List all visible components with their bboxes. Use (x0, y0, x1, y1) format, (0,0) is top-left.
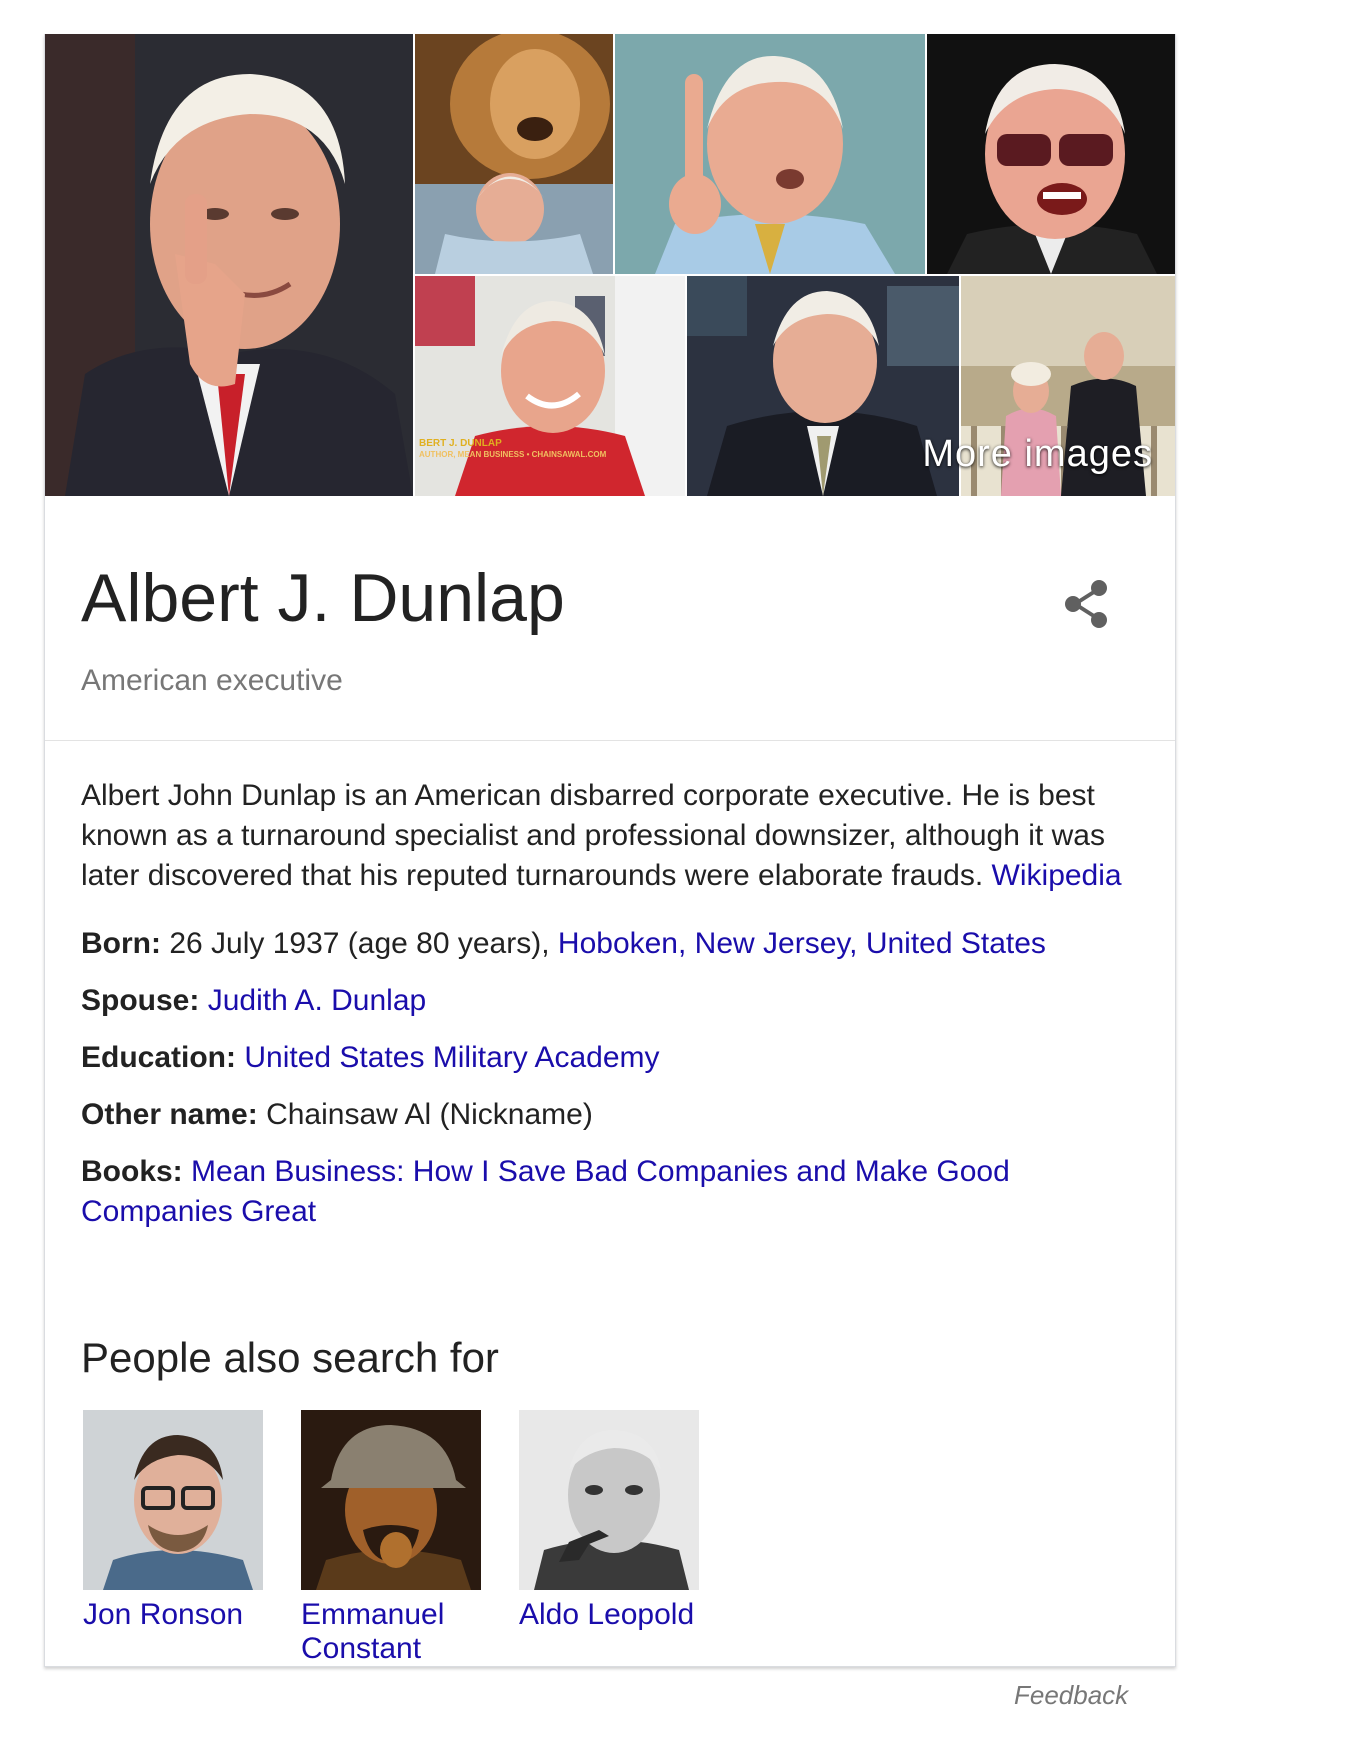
finger-up-photo-image[interactable] (615, 34, 925, 274)
person-name[interactable]: Emmanuel Constant (301, 1598, 481, 1666)
knowledge-panel: BERT J. DUNLAP AUTHOR, MEAN BUSINESS • C… (44, 34, 1176, 1667)
main-portrait-image[interactable] (45, 34, 413, 496)
description-text: Albert John Dunlap is an American disbar… (81, 779, 1105, 892)
person-card-aldo-leopold[interactable]: Aldo Leopold (519, 1410, 701, 1632)
fact-other-name-label: Other name: (81, 1098, 258, 1131)
more-images-link[interactable]: More images (922, 433, 1153, 476)
red-shirt-photo-image[interactable]: BERT J. DUNLAP AUTHOR, MEAN BUSINESS • C… (415, 276, 685, 496)
share-icon[interactable] (1057, 574, 1117, 634)
image-mosaic: BERT J. DUNLAP AUTHOR, MEAN BUSINESS • C… (45, 34, 1175, 496)
photo-caption: BERT J. DUNLAP AUTHOR, MEAN BUSINESS • C… (419, 438, 606, 460)
photo-caption-sub: AUTHOR, MEAN BUSINESS • CHAINSAWAL.COM (419, 450, 607, 459)
fact-education: Education: United States Military Academ… (81, 1038, 1141, 1078)
fact-other-name-value: Chainsaw Al (Nickname) (266, 1098, 593, 1131)
people-also-search-list: Jon Ronson Emmanuel Constant Aldo Leopol… (83, 1410, 783, 1680)
person-photo[interactable] (83, 1410, 263, 1590)
fact-other-name: Other name: Chainsaw Al (Nickname) (81, 1095, 1141, 1135)
person-name[interactable]: Aldo Leopold (519, 1598, 699, 1632)
person-card-emmanuel-constant[interactable]: Emmanuel Constant (301, 1410, 483, 1666)
fact-born-value: 26 July 1937 (age 80 years), (169, 927, 550, 960)
person-photo[interactable] (301, 1410, 481, 1590)
tv-interview-photo-image[interactable] (687, 276, 959, 496)
fact-education-link[interactable]: United States Military Academy (244, 1041, 659, 1074)
fact-spouse-label: Spouse: (81, 984, 200, 1017)
photo-caption-name: BERT J. DUNLAP (419, 438, 502, 449)
entity-title: Albert J. Dunlap (81, 560, 565, 636)
entity-description: Albert John Dunlap is an American disbar… (81, 776, 1141, 896)
entity-subtitle: American executive (81, 664, 343, 697)
fact-books-link[interactable]: Mean Business: How I Save Bad Companies … (81, 1155, 1010, 1228)
fact-born-label: Born: (81, 927, 161, 960)
person-card-jon-ronson[interactable]: Jon Ronson (83, 1410, 265, 1632)
wikipedia-link[interactable]: Wikipedia (992, 859, 1122, 892)
sunglasses-photo-image[interactable] (927, 34, 1175, 274)
people-also-search-title: People also search for (81, 1334, 499, 1381)
person-photo[interactable] (519, 1410, 699, 1590)
fact-born-place-link[interactable]: Hoboken, New Jersey, United States (558, 927, 1046, 960)
fact-spouse-link[interactable]: Judith A. Dunlap (208, 984, 426, 1017)
fact-books: Books: Mean Business: How I Save Bad Com… (81, 1152, 1141, 1232)
fact-spouse: Spouse: Judith A. Dunlap (81, 981, 1141, 1021)
fact-books-label: Books: (81, 1155, 183, 1188)
entity-body: Albert John Dunlap is an American disbar… (81, 776, 1141, 1249)
lion-photo-image[interactable] (415, 34, 613, 274)
person-name[interactable]: Jon Ronson (83, 1598, 263, 1632)
facts-list: Born: 26 July 1937 (age 80 years), Hobok… (81, 924, 1141, 1232)
fact-education-label: Education: (81, 1041, 236, 1074)
fact-born: Born: 26 July 1937 (age 80 years), Hobok… (81, 924, 1141, 964)
feedback-link[interactable]: Feedback (1014, 1680, 1128, 1711)
entity-header: Albert J. Dunlap American executive (45, 496, 1175, 741)
